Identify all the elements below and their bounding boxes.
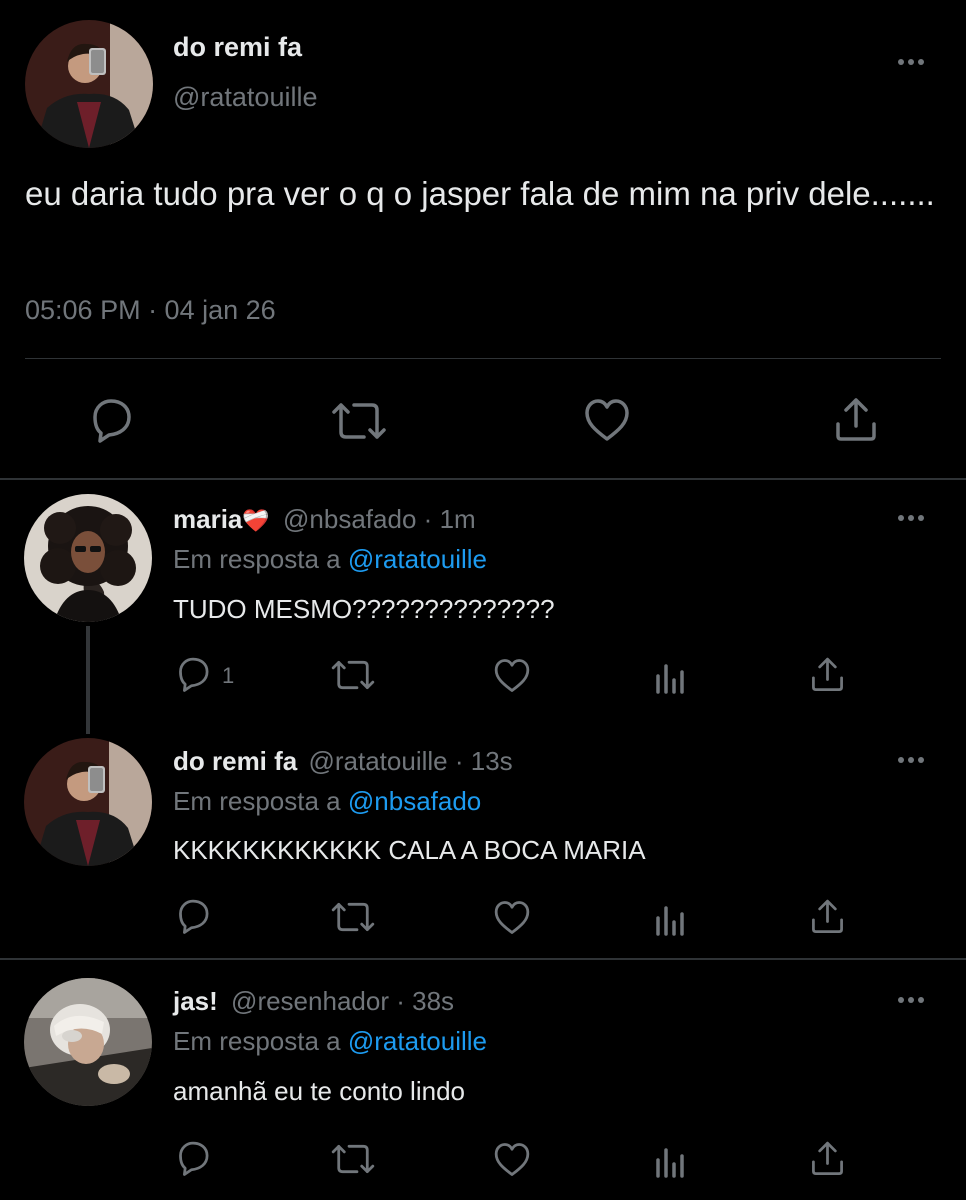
retweet-icon[interactable] [330, 658, 376, 692]
avatar[interactable] [24, 494, 152, 622]
reply-text: TUDO MESMO?????????????? [173, 594, 555, 624]
more-options-icon[interactable] [898, 515, 924, 521]
more-options-icon[interactable] [898, 59, 924, 65]
like-icon[interactable] [583, 398, 631, 442]
mention-link[interactable]: @ratatouille [348, 1026, 487, 1056]
reply-header: do remi fa @ratatouille · 13s [173, 746, 513, 777]
share-icon[interactable] [810, 898, 845, 934]
separator: · [423, 504, 433, 534]
like-icon[interactable] [493, 658, 531, 693]
reply-text: KKKKKKKKKKKK CALA A BOCA MARIA [173, 835, 646, 865]
reply-icon[interactable] [87, 397, 135, 443]
retweet-icon[interactable] [330, 1142, 376, 1176]
display-name[interactable]: do remi fa [173, 32, 302, 63]
in-reply-to: Em resposta a @ratatouille [173, 544, 487, 575]
reply-header: jas! @resenhador · 38s [173, 986, 454, 1017]
reply-header: maria❤️‍🩹 @nbsafado · 1m [173, 504, 476, 535]
avatar[interactable] [25, 20, 153, 148]
display-name[interactable]: maria [173, 504, 242, 534]
timestamp[interactable]: 05:06 PM · 04 jan 26 [25, 295, 276, 326]
main-tweet: do remi fa @ratatouille eu daria tudo pr… [0, 0, 966, 478]
reply-time[interactable]: 1m [440, 504, 476, 534]
divider [25, 358, 941, 359]
handle[interactable]: @ratatouille [173, 82, 317, 113]
share-icon[interactable] [810, 656, 845, 692]
share-icon[interactable] [810, 1140, 845, 1176]
in-reply-prefix: Em resposta a [173, 544, 341, 574]
reply-time[interactable]: 38s [412, 986, 454, 1016]
analytics-icon[interactable] [654, 902, 688, 936]
tweet-text: eu daria tudo pra ver o q o jasper fala … [25, 175, 935, 212]
like-icon[interactable] [493, 1142, 531, 1177]
reply-time[interactable]: 13s [471, 746, 513, 776]
display-name[interactable]: jas! [173, 986, 218, 1016]
handle[interactable]: @nbsafado [283, 504, 416, 534]
like-icon[interactable] [493, 900, 531, 935]
reply-tweet: jas! @resenhador · 38s Em resposta a @ra… [0, 962, 966, 1200]
more-options-icon[interactable] [898, 997, 924, 1003]
thread-line [86, 626, 90, 734]
reply-icon[interactable] [174, 656, 212, 692]
avatar[interactable] [24, 738, 152, 866]
in-reply-prefix: Em resposta a [173, 1026, 341, 1056]
heart-emoji: ❤️‍🩹 [242, 508, 270, 533]
handle[interactable]: @resenhador [231, 986, 389, 1016]
separator: · [396, 986, 405, 1016]
separator: · [454, 746, 464, 776]
in-reply-to: Em resposta a @ratatouille [173, 1026, 487, 1057]
reply-tweet: maria❤️‍🩹 @nbsafado · 1m Em resposta a @… [0, 480, 966, 734]
reply-count: 1 [222, 663, 235, 688]
analytics-icon[interactable] [654, 660, 688, 694]
analytics-icon[interactable] [654, 1144, 688, 1178]
reply-icon[interactable] [174, 898, 212, 934]
share-icon[interactable] [834, 396, 878, 442]
reply-text: amanhã eu te conto lindo [173, 1076, 465, 1106]
in-reply-prefix: Em resposta a [173, 786, 341, 816]
handle[interactable]: @ratatouille [308, 746, 447, 776]
retweet-icon[interactable] [330, 900, 376, 934]
section-divider [0, 958, 966, 960]
more-options-icon[interactable] [898, 757, 924, 763]
display-name[interactable]: do remi fa [173, 746, 297, 776]
mention-link[interactable]: @ratatouille [348, 544, 487, 574]
reply-icon[interactable] [174, 1140, 212, 1176]
retweet-icon[interactable] [330, 400, 388, 442]
in-reply-to: Em resposta a @nbsafado [173, 786, 481, 817]
reply-tweet: do remi fa @ratatouille · 13s Em respost… [0, 722, 966, 956]
avatar[interactable] [24, 978, 152, 1106]
mention-link[interactable]: @nbsafado [348, 786, 481, 816]
